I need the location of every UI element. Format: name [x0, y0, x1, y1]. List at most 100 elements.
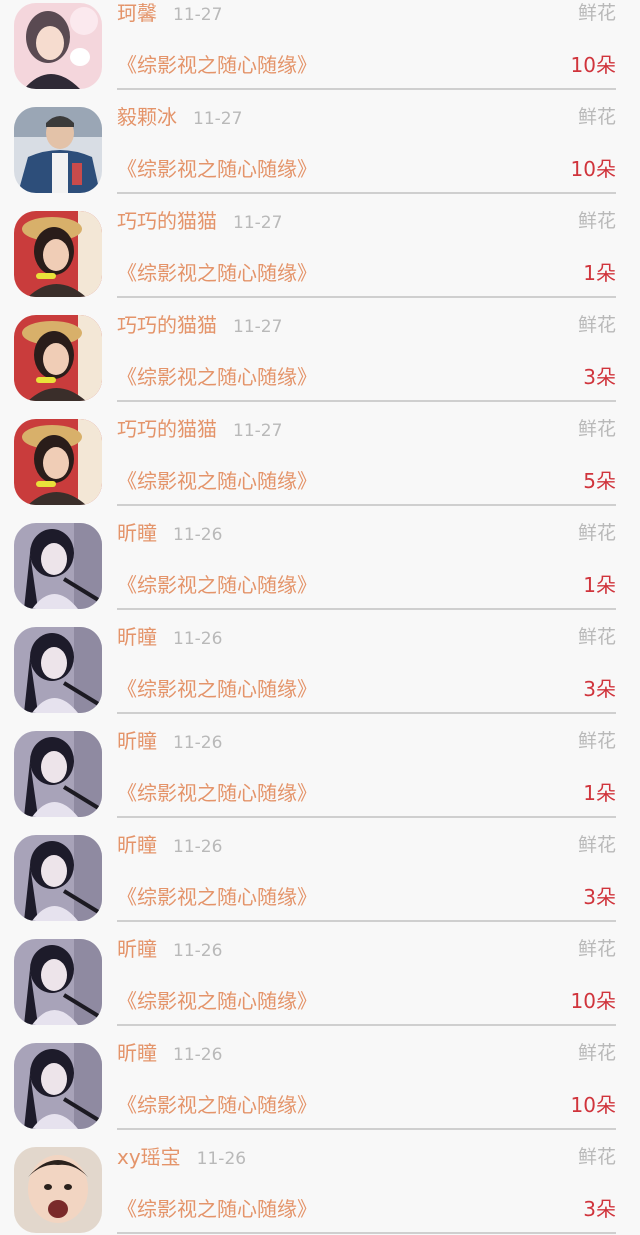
- gift-count: 5朵: [583, 469, 616, 493]
- user-name[interactable]: 昕瞳 11-26: [117, 1041, 222, 1067]
- list-item[interactable]: 昕瞳 11-26 鲜花《综影视之随心随缘》 1朵: [0, 715, 640, 819]
- gift-count: 3朵: [583, 365, 616, 389]
- book-title[interactable]: 《综影视之随心随缘》: [117, 261, 317, 285]
- gift-date: 11-26: [173, 629, 223, 649]
- avatar-woman-straw-hat: [14, 419, 102, 505]
- user-name-text[interactable]: 昕瞳: [117, 625, 157, 649]
- book-title[interactable]: 《综影视之随心随缘》: [117, 1093, 317, 1117]
- gift-type-label: 鲜花: [577, 626, 616, 648]
- list-item[interactable]: 巧巧的猫猫 11-27 鲜花《综影视之随心随缘》 3朵: [0, 299, 640, 403]
- list-item[interactable]: 巧巧的猫猫 11-27 鲜花 《综影视之随心随缘》 5朵: [0, 403, 640, 507]
- book-title[interactable]: 《综影视之随心随缘》: [117, 365, 317, 389]
- gift-type-label: 鲜花: [577, 834, 616, 856]
- gift-type-label: 鲜花: [577, 938, 616, 960]
- gift-date: 11-26: [173, 941, 223, 961]
- row-divider: [117, 920, 616, 922]
- user-name-text[interactable]: 巧巧的猫猫: [117, 209, 217, 233]
- gift-count: 10朵: [570, 989, 616, 1013]
- gift-count: 10朵: [570, 1093, 616, 1117]
- avatar-anime-girl: [14, 627, 102, 713]
- user-name-text[interactable]: 昕瞳: [117, 1041, 157, 1065]
- book-title[interactable]: 《综影视之随心随缘》: [117, 677, 317, 701]
- user-name-text[interactable]: 巧巧的猫猫: [117, 417, 217, 441]
- user-name-text[interactable]: 昕瞳: [117, 729, 157, 753]
- user-name-text[interactable]: xy瑶宝: [117, 1145, 181, 1169]
- avatar[interactable]: [14, 107, 102, 193]
- book-title[interactable]: 《综影视之随心随缘》: [117, 573, 317, 597]
- avatar[interactable]: [14, 3, 102, 89]
- user-name-text[interactable]: 昕瞳: [117, 521, 157, 545]
- list-item[interactable]: 昕瞳 11-26 鲜花《综影视之随心随缘》 3朵: [0, 819, 640, 923]
- list-item[interactable]: 昕瞳 11-26 鲜花《综影视之随心随缘》 3朵: [0, 611, 640, 715]
- gift-date: 11-27: [173, 5, 223, 25]
- user-name-text[interactable]: 巧巧的猫猫: [117, 313, 217, 337]
- user-name[interactable]: 昕瞳 11-26: [117, 937, 222, 963]
- gift-count: 3朵: [583, 885, 616, 909]
- book-title[interactable]: 《综影视之随心随缘》: [117, 157, 317, 181]
- list-item[interactable]: 巧巧的猫猫 11-27 鲜花 《综影视之随心随缘》 1朵: [0, 195, 640, 299]
- list-item[interactable]: 昕瞳 11-26 鲜花 《综影视之随心随缘》 1朵: [0, 507, 640, 611]
- user-name[interactable]: 昕瞳 11-26: [117, 521, 222, 547]
- avatar[interactable]: [14, 1043, 102, 1129]
- user-name[interactable]: 昕瞳 11-26: [117, 729, 222, 755]
- avatar-anime-girl: [14, 835, 102, 921]
- user-name[interactable]: 巧巧的猫猫 11-27: [117, 313, 282, 339]
- user-name[interactable]: 珂馨 11-27: [117, 1, 222, 27]
- avatar[interactable]: [14, 939, 102, 1025]
- user-name[interactable]: 昕瞳 11-26: [117, 833, 222, 859]
- gift-type-label: 鲜花: [577, 1042, 616, 1064]
- user-name[interactable]: 巧巧的猫猫 11-27: [117, 209, 282, 235]
- book-title[interactable]: 《综影视之随心随缘》: [117, 781, 317, 805]
- user-name[interactable]: 昕瞳 11-26: [117, 625, 222, 651]
- gift-date: 11-26: [173, 733, 223, 753]
- avatar-woman-straw-hat: [14, 315, 102, 401]
- list-item[interactable]: xy瑶宝 11-26 鲜花《综影视之随心随缘》 3朵: [0, 1131, 640, 1235]
- avatar[interactable]: [14, 731, 102, 817]
- book-title[interactable]: 《综影视之随心随缘》: [117, 469, 317, 493]
- user-name-text[interactable]: 昕瞳: [117, 833, 157, 857]
- avatar-anime-girl: [14, 1043, 102, 1129]
- user-name-text[interactable]: 毅颗冰: [117, 105, 177, 129]
- row-divider: [117, 1232, 616, 1234]
- gift-date: 11-27: [233, 213, 283, 233]
- avatar-anime-girl: [14, 523, 102, 609]
- gift-date: 11-27: [193, 109, 243, 129]
- avatar[interactable]: [14, 627, 102, 713]
- gift-date: 11-27: [233, 317, 283, 337]
- avatar[interactable]: [14, 315, 102, 401]
- gift-date: 11-26: [173, 525, 223, 545]
- row-divider: [117, 88, 616, 90]
- gift-type-label: 鲜花: [577, 730, 616, 752]
- book-title[interactable]: 《综影视之随心随缘》: [117, 989, 317, 1013]
- gift-date: 11-26: [173, 1045, 223, 1065]
- gift-count: 1朵: [583, 781, 616, 805]
- gift-type-label: 鲜花: [577, 2, 616, 24]
- gift-type-label: 鲜花: [577, 314, 616, 336]
- list-item[interactable]: 昕瞳 11-26 鲜花《综影视之随心随缘》 10朵: [0, 923, 640, 1027]
- user-name[interactable]: 毅颗冰 11-27: [117, 105, 242, 131]
- user-name[interactable]: xy瑶宝 11-26: [117, 1145, 246, 1171]
- avatar[interactable]: [14, 1147, 102, 1233]
- avatar[interactable]: [14, 523, 102, 609]
- list-item[interactable]: 毅颗冰 11-27 鲜花 《综影视之随心随缘》 10朵: [0, 91, 640, 195]
- gift-type-label: 鲜花: [577, 1146, 616, 1168]
- row-divider: [117, 608, 616, 610]
- avatar[interactable]: [14, 835, 102, 921]
- avatar[interactable]: [14, 419, 102, 505]
- avatar-anime-girl: [14, 731, 102, 817]
- user-name-text[interactable]: 珂馨: [117, 1, 157, 25]
- user-name-text[interactable]: 昕瞳: [117, 937, 157, 961]
- book-title[interactable]: 《综影视之随心随缘》: [117, 53, 317, 77]
- avatar[interactable]: [14, 211, 102, 297]
- row-divider: [117, 192, 616, 194]
- gift-type-label: 鲜花: [577, 106, 616, 128]
- row-divider: [117, 504, 616, 506]
- avatar-child: [14, 1147, 102, 1233]
- list-item[interactable]: 珂馨 11-27 鲜花 《综影视之随心随缘》 10朵: [0, 0, 640, 91]
- book-title[interactable]: 《综影视之随心随缘》: [117, 1197, 317, 1221]
- gift-count: 3朵: [583, 677, 616, 701]
- user-name[interactable]: 巧巧的猫猫 11-27: [117, 417, 282, 443]
- gift-count: 3朵: [583, 1197, 616, 1221]
- list-item[interactable]: 昕瞳 11-26 鲜花《综影视之随心随缘》 10朵: [0, 1027, 640, 1131]
- book-title[interactable]: 《综影视之随心随缘》: [117, 885, 317, 909]
